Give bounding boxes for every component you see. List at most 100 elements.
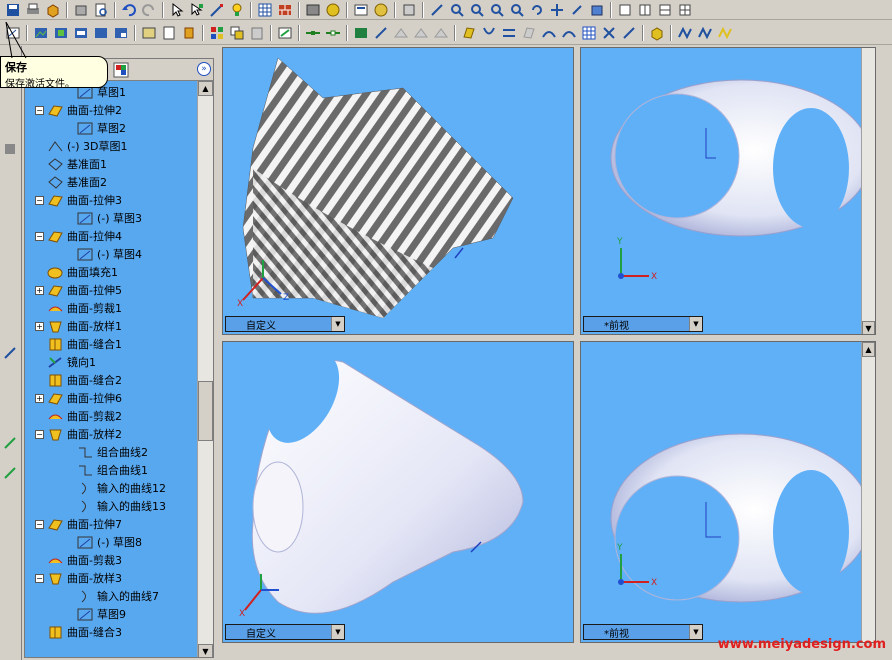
tree-node[interactable]: 曲面-剪裁3 <box>35 551 122 569</box>
horizontal-scrollbar[interactable] <box>223 642 574 643</box>
single-view-icon[interactable] <box>616 1 634 19</box>
photo-icon[interactable] <box>140 24 158 42</box>
face2-icon[interactable] <box>560 24 578 42</box>
tool4-icon[interactable] <box>2 466 18 480</box>
print-icon[interactable] <box>24 1 42 19</box>
paste-icon[interactable] <box>248 24 266 42</box>
layers2-icon[interactable] <box>352 24 370 42</box>
tree-node[interactable]: 输入的曲线13 <box>65 497 166 515</box>
chevron-down-icon[interactable]: ▼ <box>331 625 344 639</box>
image2-icon[interactable] <box>52 24 70 42</box>
expand-toggle-icon[interactable]: − <box>35 519 44 529</box>
redo-icon[interactable] <box>140 1 158 19</box>
tree-node[interactable]: 基准面1 <box>35 155 107 173</box>
rotate-view-icon[interactable] <box>528 1 546 19</box>
tool3-icon[interactable] <box>2 436 18 450</box>
sketch-tool-icon[interactable] <box>208 1 226 19</box>
viewport-top-left[interactable]: X Z 自定义 ▼ <box>222 47 574 335</box>
surface-extrude-tool-icon[interactable] <box>460 24 478 42</box>
surface3-icon[interactable] <box>432 24 450 42</box>
mesh-icon[interactable] <box>580 24 598 42</box>
vertical-scrollbar[interactable]: ▲ <box>861 342 875 642</box>
two-view-icon[interactable] <box>636 1 654 19</box>
tree-node[interactable]: − 曲面-拉伸7 <box>35 515 122 533</box>
tree-node[interactable]: 基准面2 <box>35 173 107 191</box>
view-orient-icon[interactable] <box>400 1 418 19</box>
undo-icon[interactable] <box>120 1 138 19</box>
part-icon[interactable] <box>44 1 62 19</box>
tool2-icon[interactable] <box>2 346 18 360</box>
offset-surface-icon[interactable] <box>520 24 538 42</box>
tree-node[interactable]: − 曲面-拉伸4 <box>35 227 122 245</box>
expand-toggle-icon[interactable]: − <box>35 231 44 241</box>
expand-panel-icon[interactable]: » <box>197 62 211 76</box>
options-icon[interactable] <box>304 1 322 19</box>
surface-icon[interactable] <box>392 24 410 42</box>
appearance-icon[interactable] <box>372 1 390 19</box>
vertical-scrollbar[interactable]: ▼ <box>861 48 875 334</box>
tree-node[interactable]: 组合曲线2 <box>65 443 148 461</box>
tree-node[interactable]: (-) 3D草图1 <box>35 137 128 155</box>
surface2-icon[interactable] <box>412 24 430 42</box>
chevron-down-icon[interactable]: ▼ <box>331 317 344 331</box>
zoom-area-icon[interactable] <box>468 1 486 19</box>
image3-icon[interactable] <box>72 24 90 42</box>
four-view-icon[interactable] <box>676 1 694 19</box>
tree-node[interactable]: 曲面-缝合2 <box>35 371 122 389</box>
zoom-out-icon[interactable] <box>508 1 526 19</box>
palette-icon[interactable] <box>208 24 226 42</box>
save-icon[interactable] <box>4 1 22 19</box>
tree-node[interactable]: − 曲面-放样3 <box>35 569 122 587</box>
tree-node[interactable]: 草图9 <box>65 605 126 623</box>
tree-node[interactable]: (-) 草图4 <box>65 245 142 263</box>
box-icon[interactable] <box>648 24 666 42</box>
tree-node[interactable]: − 曲面-拉伸3 <box>35 191 122 209</box>
image4-icon[interactable] <box>92 24 110 42</box>
tree-node[interactable]: 曲面填充1 <box>35 263 118 281</box>
image5-icon[interactable] <box>112 24 130 42</box>
tree-node[interactable]: 曲面-剪裁2 <box>35 407 122 425</box>
tree-node[interactable]: 曲面-缝合3 <box>35 623 122 641</box>
image-icon[interactable] <box>32 24 50 42</box>
scroll-down-icon[interactable]: ▼ <box>862 321 875 334</box>
tree-node[interactable]: (-) 草图3 <box>65 209 142 227</box>
edit-appearance-icon[interactable] <box>276 24 294 42</box>
print-preview-icon[interactable] <box>92 1 110 19</box>
pan-icon[interactable] <box>548 1 566 19</box>
move-icon[interactable] <box>600 24 618 42</box>
tree-node[interactable]: 输入的曲线7 <box>65 587 159 605</box>
viewport-top-right[interactable]: X Y *前视 ▼ ▼ <box>580 47 876 335</box>
expand-toggle-icon[interactable]: + <box>35 285 44 295</box>
knit2-icon[interactable] <box>696 24 714 42</box>
split-line-icon[interactable] <box>500 24 518 42</box>
edit-icon[interactable] <box>372 24 390 42</box>
expand-toggle-icon[interactable]: − <box>35 195 44 205</box>
scroll-down-icon[interactable]: ▼ <box>198 644 213 657</box>
configuration-tab-icon[interactable] <box>113 62 129 78</box>
measure-icon[interactable] <box>428 1 446 19</box>
viewport-bottom-right[interactable]: X Y *前视 ▼ ▲ <box>580 341 876 643</box>
expand-toggle-icon[interactable]: − <box>35 105 44 115</box>
drawing-icon[interactable] <box>160 24 178 42</box>
tree-node[interactable]: + 曲面-拉伸5 <box>35 281 122 299</box>
select-arrow-icon[interactable] <box>168 1 186 19</box>
curve-tool-icon[interactable] <box>480 24 498 42</box>
tool-icon[interactable] <box>2 142 18 156</box>
zoom-in-icon[interactable] <box>488 1 506 19</box>
tree-node[interactable]: 草图2 <box>65 119 126 137</box>
tree-node[interactable]: 曲面-缝合1 <box>35 335 122 353</box>
line2-icon[interactable] <box>324 24 342 42</box>
tree-scrollbar[interactable]: ▲ ▼ <box>197 81 213 657</box>
tree-node[interactable]: 输入的曲线12 <box>65 479 166 497</box>
grid-icon[interactable] <box>256 1 274 19</box>
tree-node[interactable]: 组合曲线1 <box>65 461 148 479</box>
cylinder-icon[interactable] <box>180 24 198 42</box>
layers-icon[interactable] <box>72 1 90 19</box>
view-cube-icon[interactable] <box>588 1 606 19</box>
brick-icon[interactable] <box>276 1 294 19</box>
view-orientation-select[interactable]: *前视 ▼ <box>583 624 703 640</box>
face-icon[interactable] <box>540 24 558 42</box>
fillet-icon[interactable] <box>620 24 638 42</box>
tree-node[interactable]: 镜向1 <box>35 353 96 371</box>
view-orientation-select[interactable]: *前视 ▼ <box>583 316 703 332</box>
